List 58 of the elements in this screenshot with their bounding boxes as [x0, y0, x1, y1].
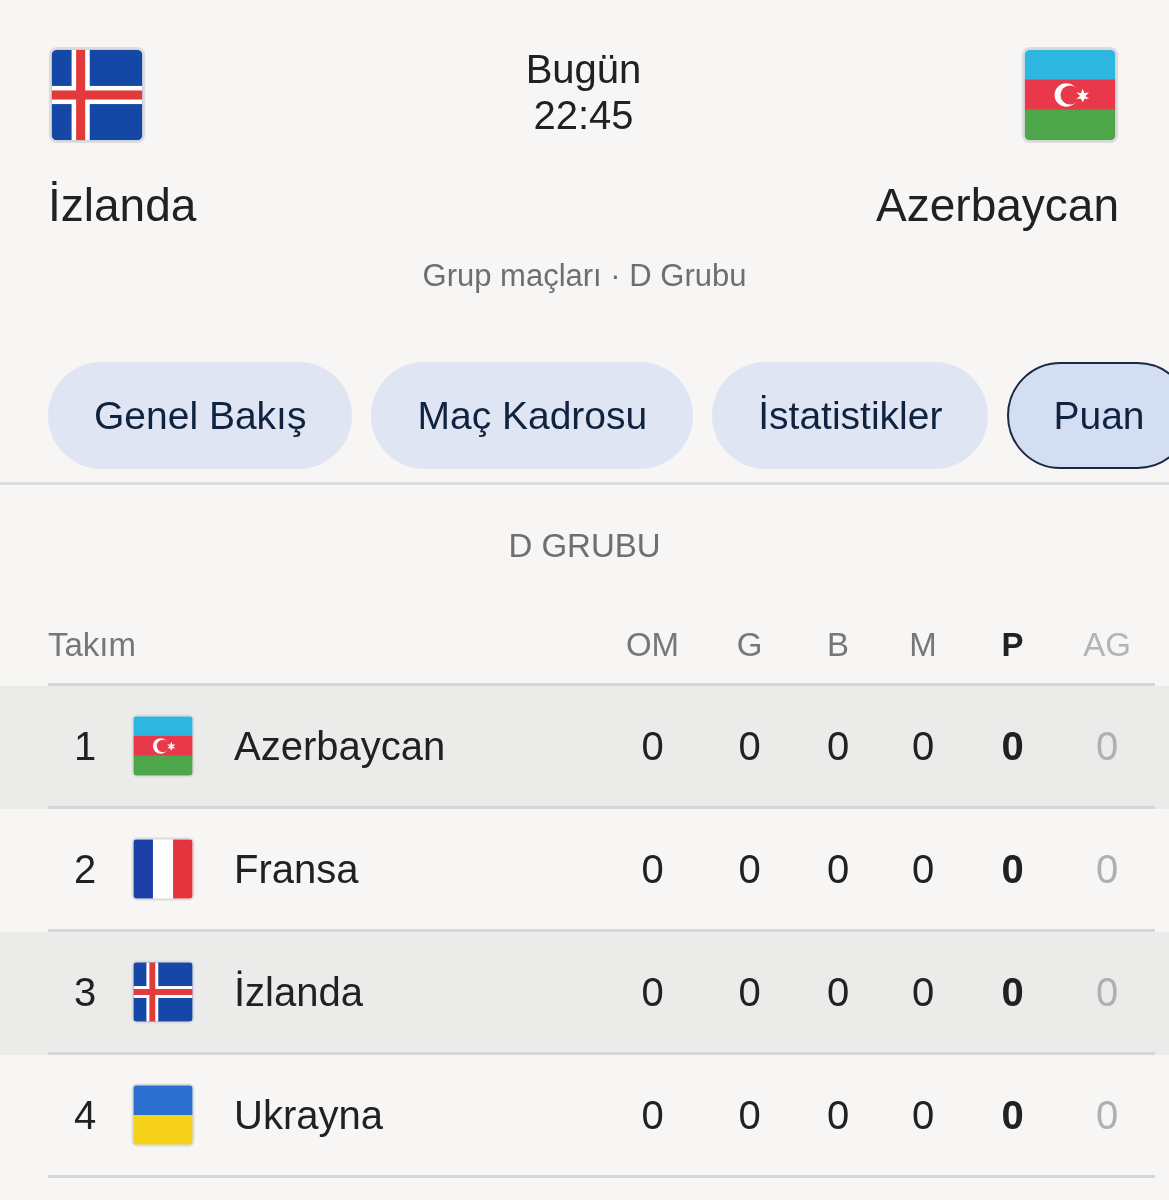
team-name: Ukrayna [234, 1092, 384, 1138]
team-name: Azerbaycan [234, 723, 447, 769]
table-cell-text: 0 [640, 846, 665, 892]
table-cell-text: 0 [1094, 969, 1120, 1015]
team-name: Azerbaycan [876, 178, 1119, 232]
table-cell-text: 0 [1000, 846, 1025, 892]
tab[interactable]: Genel Bakış [48, 362, 353, 469]
flag-icon [131, 837, 195, 901]
table-cell-text: 0 [737, 969, 762, 1015]
rank-cell-text: 4 [72, 1092, 98, 1138]
column-header: P [1000, 626, 1025, 664]
table-cell-text: 0 [640, 723, 665, 769]
table-row[interactable]: 4 Ukrayna 0 0 0 0 0 0 [0, 1055, 1169, 1178]
column-header: G [735, 626, 764, 664]
table-cell-text: 0 [910, 1092, 936, 1138]
table-cell-text: 0 [1094, 846, 1120, 892]
flag-icon [131, 714, 195, 778]
match-stage: Grup maçları · D Grubu [422, 258, 747, 293]
group-title: D GRUBU [508, 527, 661, 564]
table-row[interactable]: 1 Azerbaycan 0 0 0 0 0 0 [0, 686, 1169, 809]
table-cell-text: 0 [910, 846, 936, 892]
team-name: İzlanda [48, 178, 197, 232]
table-cell-text: 0 [1000, 723, 1025, 769]
table-cell-text: 0 [825, 969, 851, 1015]
flag-icon [1021, 46, 1119, 144]
table-cell-text: 0 [737, 846, 762, 892]
rank-cell-text: 3 [72, 969, 98, 1015]
flag-icon [131, 1083, 195, 1147]
rank-cell-text: 1 [72, 723, 98, 769]
column-header: Takım [48, 626, 136, 664]
table-cell-text: 0 [1094, 1092, 1120, 1138]
tab[interactable]: Maç Kadrosu [371, 362, 694, 469]
table-cell-text: 0 [825, 723, 851, 769]
table-cell-text: 0 [910, 969, 936, 1015]
table-cell-text: 0 [737, 723, 762, 769]
match-day: Bugün [525, 46, 642, 92]
column-header: B [826, 626, 850, 664]
column-header: AG [1082, 626, 1132, 664]
table-cell-text: 0 [825, 846, 851, 892]
team-name: İzlanda [234, 969, 364, 1015]
table-cell-text: 0 [640, 969, 665, 1015]
table-cell-text: 0 [1000, 1092, 1025, 1138]
table-row[interactable]: 3 İzlanda 0 0 0 0 0 0 [0, 932, 1169, 1055]
team-name: Fransa [234, 846, 360, 892]
flag-icon [131, 960, 195, 1024]
column-header: M [908, 626, 938, 664]
table-cell-text: 0 [640, 1092, 665, 1138]
tab[interactable]: İstatistikler [712, 362, 989, 469]
table-cell-text: 0 [910, 723, 936, 769]
tab[interactable]: Puan [1007, 362, 1169, 469]
table-cell-text: 0 [1094, 723, 1120, 769]
flag-icon [48, 46, 146, 144]
match-time: 22:45 [533, 92, 634, 138]
column-header: OM [624, 626, 681, 664]
table-cell-text: 0 [1000, 969, 1025, 1015]
rank-cell-text: 2 [72, 846, 98, 892]
table-cell-text: 0 [825, 1092, 851, 1138]
table-cell-text: 0 [737, 1092, 762, 1138]
